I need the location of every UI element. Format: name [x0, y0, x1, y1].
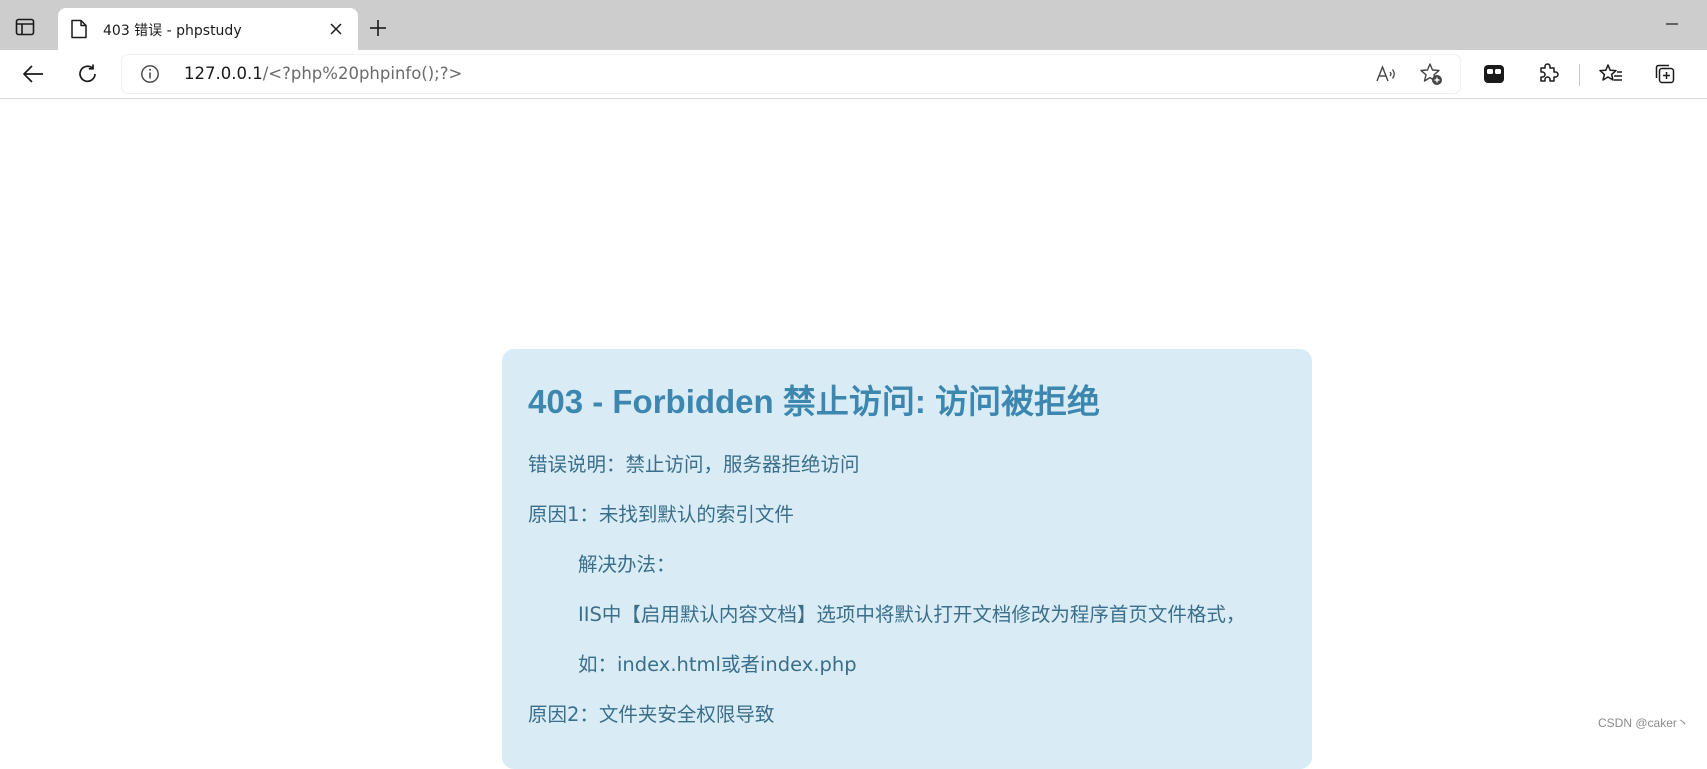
address-bar[interactable]: 127.0.0.1/<?php%20phpinfo();?>: [122, 55, 1460, 93]
back-button[interactable]: [16, 57, 50, 91]
minimize-icon: [1666, 23, 1678, 25]
refresh-icon: [79, 64, 96, 83]
extensions-button[interactable]: [1531, 57, 1565, 91]
info-icon[interactable]: [140, 64, 160, 84]
active-tab[interactable]: 403 错误 - phpstudy: [58, 8, 358, 50]
url-text[interactable]: 127.0.0.1/<?php%20phpinfo();?>: [184, 64, 462, 83]
url-host: 127.0.0.1: [184, 64, 263, 83]
reason-2: 原因2：文件夹安全权限导致: [528, 703, 775, 726]
add-favorite-icon: [1420, 63, 1442, 85]
watermark: CSDN @caker丶: [1598, 716, 1689, 730]
favorites-icon: [1599, 64, 1622, 81]
collections-button[interactable]: [1648, 57, 1682, 91]
favorites-button[interactable]: [1594, 57, 1628, 91]
browser-toolbar: 127.0.0.1/<?php%20phpinfo();?>: [0, 50, 1707, 99]
reason-1: 原因1：未找到默认的索引文件: [528, 503, 794, 526]
plus-icon: [370, 20, 386, 36]
toolbar-divider: [1579, 64, 1580, 86]
new-tab-button[interactable]: [366, 16, 390, 40]
tab-strip: 403 错误 - phpstudy: [0, 0, 1707, 50]
read-aloud-icon: [1376, 65, 1395, 82]
read-aloud-button[interactable]: [1373, 61, 1399, 87]
tab-actions-icon: [15, 18, 35, 36]
solution-heading: 解决办法：: [578, 553, 676, 576]
collections-icon: [1655, 64, 1675, 84]
tab-title: 403 错误 - phpstudy: [103, 23, 242, 39]
page-icon: [71, 19, 87, 39]
error-panel: 403 - Forbidden 禁止访问: 访问被拒绝 错误说明：禁止访问，服务…: [502, 349, 1312, 769]
url-path: /<?php%20phpinfo();?>: [262, 64, 463, 83]
error-description: 错误说明：禁止访问，服务器拒绝访问: [528, 453, 860, 476]
tab-actions-button[interactable]: [14, 16, 36, 38]
add-favorite-button[interactable]: [1418, 61, 1444, 87]
error-title: 403 - Forbidden 禁止访问: 访问被拒绝: [528, 383, 1101, 420]
solution-example: 如：index.html或者index.php: [578, 653, 857, 676]
refresh-button[interactable]: [71, 57, 105, 91]
close-tab-button[interactable]: [326, 19, 346, 39]
solution-text: IIS中【启用默认内容文档】选项中将默认打开文档修改为程序首页文件格式，: [578, 603, 1246, 626]
close-icon: [330, 23, 342, 35]
profile-button[interactable]: [1477, 57, 1511, 91]
minimize-button[interactable]: [1660, 12, 1684, 36]
profile-icon: [1484, 65, 1504, 83]
extensions-icon: [1540, 63, 1559, 82]
back-arrow-icon: [23, 65, 43, 83]
